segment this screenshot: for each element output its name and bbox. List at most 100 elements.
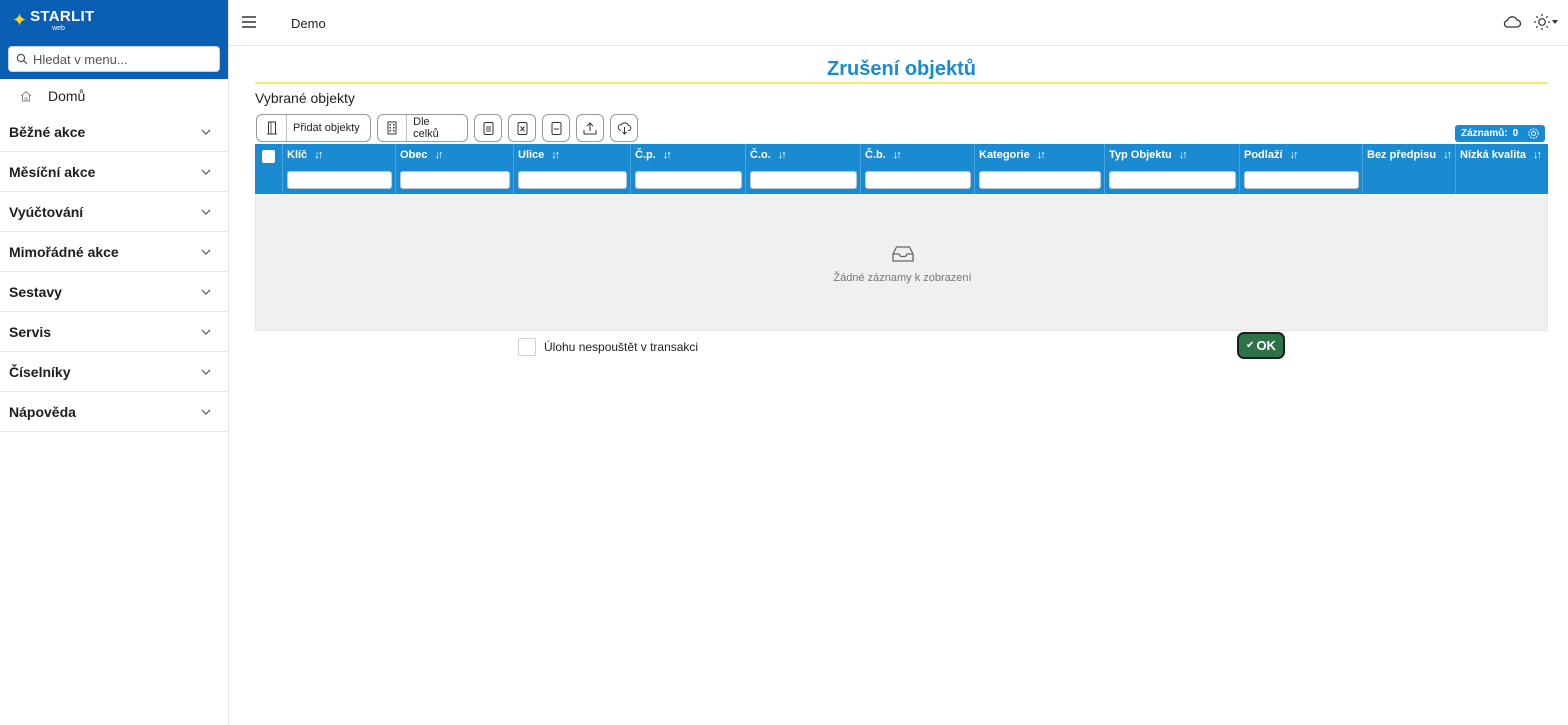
by-cells-button[interactable]: Dle celků	[377, 114, 468, 142]
sort-icon[interactable]: ↓↑	[1290, 149, 1299, 161]
sidebar-item-sestavy[interactable]: Sestavy	[0, 272, 228, 312]
theme-sun-icon[interactable]	[1533, 13, 1551, 31]
column-header-klic[interactable]: Klíč ↓↑	[282, 144, 395, 194]
column-header-cb[interactable]: Č.b. ↓↑	[860, 144, 974, 194]
section-label: Vybrané objekty	[255, 90, 355, 106]
column-header-ulice[interactable]: Ulice ↓↑	[513, 144, 630, 194]
no-transaction-option: Úlohu nespouštět v transakci	[518, 338, 698, 356]
chevron-down-icon	[201, 169, 211, 175]
sidebar-item-servis[interactable]: Servis	[0, 312, 228, 352]
sidebar-item-label: Měsíční akce	[9, 163, 96, 180]
sidebar-search-area	[0, 40, 228, 79]
cloud-download-button[interactable]	[610, 114, 638, 142]
sort-icon[interactable]: ↓↑	[778, 149, 787, 161]
column-label: Nízká kvalita	[1460, 149, 1527, 161]
cloud-icon[interactable]	[1502, 14, 1522, 30]
building-icon	[387, 121, 397, 135]
sidebar-item-mesicni-akce[interactable]: Měsíční akce	[0, 152, 228, 192]
column-label: Ulice	[518, 149, 545, 161]
column-header-bez-predpisu[interactable]: Bez předpisu ↓↑	[1362, 144, 1455, 194]
column-header-typ-objektu[interactable]: Typ Objektu ↓↑	[1104, 144, 1239, 194]
records-count-badge: Záznamů: 0	[1455, 125, 1545, 142]
file-minus-icon	[551, 121, 561, 135]
topbar-title: Demo	[291, 16, 326, 31]
sort-icon[interactable]: ↓↑	[551, 149, 560, 161]
column-header-obec[interactable]: Obec ↓↑	[395, 144, 513, 194]
text-file-button[interactable]	[474, 114, 502, 142]
sort-icon[interactable]: ↓↑	[314, 149, 323, 161]
sort-icon[interactable]: ↓↑	[663, 149, 672, 161]
sidebar-item-label: Servis	[9, 323, 52, 340]
page-title: Zrušení objektů	[827, 58, 976, 80]
filter-input-typ-objektu[interactable]	[1109, 171, 1236, 189]
inbox-icon	[892, 246, 914, 262]
sidebar-item-bezne-akce[interactable]: Běžné akce	[0, 112, 228, 152]
theme-caret-icon[interactable]	[1552, 20, 1558, 24]
sidebar-item-vyuctovani[interactable]: Vyúčtování	[0, 192, 228, 232]
empty-message: Žádné záznamy k zobrazení	[833, 272, 972, 284]
column-label: Obec	[400, 149, 428, 161]
hamburger-menu-icon[interactable]	[241, 14, 257, 30]
filter-input-obec[interactable]	[400, 171, 510, 189]
sort-icon[interactable]: ↓↑	[1533, 149, 1542, 161]
brand-name: STARLIT	[30, 7, 95, 25]
sidebar-item-napoveda[interactable]: Nápověda	[0, 392, 228, 432]
records-count-value: 0	[1512, 128, 1519, 139]
chevron-down-icon	[201, 249, 211, 255]
column-header-co[interactable]: Č.o. ↓↑	[745, 144, 860, 194]
column-header-nizka-kvalita[interactable]: Nízká kvalita ↓↑	[1455, 144, 1548, 194]
column-header-kategorie[interactable]: Kategorie ↓↑	[974, 144, 1104, 194]
sidebar-item-label: Číselníky	[9, 363, 71, 380]
file-excel-icon	[517, 121, 527, 135]
sort-icon[interactable]: ↓↑	[435, 149, 444, 161]
filter-input-podlazi[interactable]	[1244, 171, 1359, 189]
filter-input-cp[interactable]	[635, 171, 742, 189]
chevron-down-icon	[201, 329, 211, 335]
gear-icon[interactable]	[1527, 127, 1540, 140]
filter-input-kategorie[interactable]	[979, 171, 1101, 189]
grid-body: Žádné záznamy k zobrazení	[255, 194, 1548, 331]
sidebar-search	[8, 46, 220, 72]
sidebar-item-home[interactable]: Domů	[0, 79, 228, 112]
objects-grid: Klíč ↓↑ Obec ↓↑ Ulice ↓↑ Č.p. ↓↑ Č.o. ↓↑ Č.b.…	[255, 144, 1548, 331]
column-label: Typ Objektu	[1109, 149, 1172, 161]
select-all-checkbox[interactable]	[262, 150, 275, 163]
ok-button[interactable]: ✔ OK	[1237, 332, 1285, 359]
brand-sub: web	[52, 24, 65, 32]
no-transaction-label: Úlohu nespouštět v transakci	[544, 340, 699, 354]
column-header-podlazi[interactable]: Podlaží ↓↑	[1239, 144, 1362, 194]
filter-input-co[interactable]	[750, 171, 857, 189]
excel-file-button[interactable]	[508, 114, 536, 142]
search-icon	[16, 53, 28, 65]
sidebar-item-label: Běžné akce	[9, 123, 86, 140]
column-header-cp[interactable]: Č.p. ↓↑	[630, 144, 745, 194]
filter-input-klic[interactable]	[287, 171, 392, 189]
column-label: Bez předpisu	[1367, 149, 1437, 161]
chevron-down-icon	[201, 129, 211, 135]
filter-input-ulice[interactable]	[518, 171, 627, 189]
column-label: Č.b.	[865, 149, 886, 161]
title-underline	[255, 82, 1548, 84]
chevron-down-icon	[201, 209, 211, 215]
sort-icon[interactable]: ↓↑	[1037, 149, 1046, 161]
door-icon	[266, 121, 277, 135]
sort-icon[interactable]: ↓↑	[1443, 149, 1452, 161]
column-label: Kategorie	[979, 149, 1030, 161]
records-count-label: Záznamů:	[1461, 128, 1508, 139]
add-objects-label: Přidat objekty	[293, 122, 360, 134]
column-label: Č.p.	[635, 149, 656, 161]
sort-icon[interactable]: ↓↑	[893, 149, 902, 161]
filter-input-cb[interactable]	[865, 171, 971, 189]
sidebar-item-label: Nápověda	[9, 403, 76, 420]
ok-label: OK	[1256, 338, 1276, 353]
upload-button[interactable]	[576, 114, 604, 142]
remove-file-button[interactable]	[542, 114, 570, 142]
column-label: Č.o.	[750, 149, 771, 161]
no-transaction-checkbox[interactable]	[518, 338, 536, 356]
sort-icon[interactable]: ↓↑	[1179, 149, 1188, 161]
brand-logo[interactable]: ✦ STARLIT web	[0, 0, 228, 40]
sidebar-item-mimoradne-akce[interactable]: Mimořádné akce	[0, 232, 228, 272]
sidebar-item-ciselniky[interactable]: Číselníky	[0, 352, 228, 392]
add-objects-button[interactable]: Přidat objekty	[256, 114, 371, 142]
menu-search-input[interactable]	[33, 47, 217, 71]
